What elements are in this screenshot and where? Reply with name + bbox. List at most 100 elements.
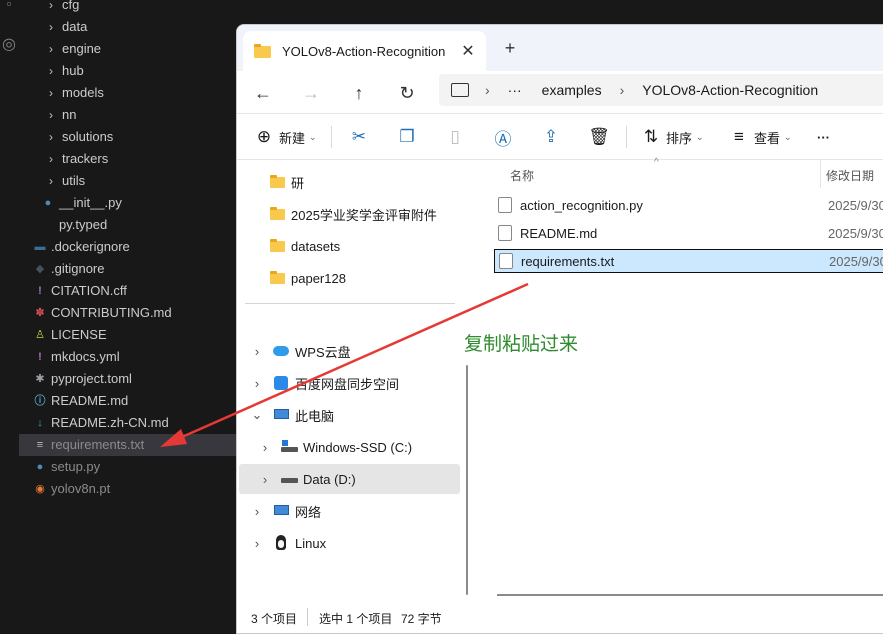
tree-item[interactable]: ● __init__.py — [19, 192, 236, 214]
name-column-header[interactable]: 名称 — [510, 167, 534, 184]
file-row[interactable]: action_recognition.py 2025/9/30 — [494, 193, 883, 217]
drive-c-icon — [281, 439, 299, 455]
tree-item[interactable]: ↓ README.zh-CN.md — [19, 412, 236, 434]
nav-tree-item[interactable]: › Linux — [239, 528, 460, 558]
file-row[interactable]: README.md 2025/9/30 — [494, 221, 883, 245]
sort-caret-icon: ^ — [654, 157, 659, 168]
chevron-right-icon[interactable]: › — [255, 472, 275, 487]
folder-icon — [269, 206, 287, 222]
horizontal-scrollbar[interactable] — [497, 594, 883, 596]
modified-column-header[interactable]: 修改日期 — [826, 167, 874, 184]
quick-access-item[interactable]: 研 — [239, 167, 460, 197]
tree-item-label: nn — [62, 107, 77, 122]
copy-button[interactable]: ❐ — [396, 124, 418, 150]
nav-scrollbar[interactable] — [466, 365, 468, 595]
tree-item[interactable]: ⓘ README.md — [19, 390, 236, 412]
tree-item[interactable]: ! CITATION.cff — [19, 280, 236, 302]
tree-item[interactable]: ! mkdocs.yml — [19, 346, 236, 368]
view-button[interactable]: ≡ 查看 ⌄ — [728, 124, 792, 150]
chevron-right-icon: › — [49, 152, 53, 166]
tree-item[interactable]: ◉ yolov8n.pt — [19, 478, 236, 500]
file-row[interactable]: requirements.txt 2025/9/30 — [494, 249, 883, 273]
chevron-right-icon[interactable]: › — [247, 536, 267, 551]
chevron-down-icon[interactable]: ⌄ — [247, 407, 267, 423]
tree-item-label: requirements.txt — [51, 437, 145, 452]
nav-tree-item[interactable]: › Windows-SSD (C:) — [239, 432, 460, 462]
tree-item[interactable]: › utils — [19, 170, 236, 192]
chevron-right-icon: › — [49, 130, 53, 144]
rename-button[interactable]: Ⓐ — [492, 124, 514, 150]
sort-button[interactable]: ⇅ 排序 ⌄ — [640, 124, 704, 150]
tree-item[interactable]: ● setup.py — [19, 456, 236, 478]
close-tab-icon[interactable]: ✕ — [456, 41, 480, 61]
new-button[interactable]: ⊕ 新建 ⌄ — [253, 124, 317, 150]
share-icon: ⇪ — [543, 127, 559, 146]
address-bar[interactable]: › ··· examples › YOLOv8-Action-Recogniti… — [439, 74, 883, 106]
tree-item[interactable]: › cfg — [19, 0, 236, 16]
tree-item[interactable]: › data — [19, 16, 236, 38]
file-icon — [498, 197, 512, 213]
tree-item-label: utils — [62, 173, 86, 188]
tree-item-label: py.typed — [59, 217, 108, 232]
chevron-right-icon[interactable]: › — [255, 440, 275, 455]
tree-item[interactable]: py.typed — [19, 214, 236, 236]
quick-access-label: paper128 — [291, 270, 346, 286]
breadcrumb-examples[interactable]: examples — [542, 82, 602, 98]
copy-icon: ❐ — [399, 127, 415, 146]
share-button[interactable]: ⇪ — [540, 124, 562, 150]
folder-icon — [269, 238, 287, 254]
item-count: 3 个项目 — [251, 612, 298, 626]
tree-item[interactable]: ◆ .gitignore — [19, 258, 236, 280]
quick-access-item[interactable]: paper128 — [239, 263, 460, 293]
tree-item[interactable]: ✱ pyproject.toml — [19, 368, 236, 390]
nav-tree-label: WPS云盘 — [295, 344, 351, 360]
column-divider[interactable] — [820, 160, 821, 188]
tree-item[interactable]: ✽ CONTRIBUTING.md — [19, 302, 236, 324]
tree-item[interactable]: › solutions — [19, 126, 236, 148]
paste-button[interactable]: ▯ — [444, 124, 466, 150]
chevron-right-icon: › — [49, 0, 53, 12]
chevron-right-icon[interactable]: › — [247, 344, 267, 359]
divider — [626, 126, 627, 148]
tree-item[interactable]: › hub — [19, 60, 236, 82]
tree-item-label: README.zh-CN.md — [51, 415, 169, 430]
tree-item[interactable]: ♙ LICENSE — [19, 324, 236, 346]
tree-item[interactable]: ≡ requirements.txt — [19, 434, 236, 456]
more-options-button[interactable]: ··· — [817, 124, 830, 150]
breadcrumb-current[interactable]: YOLOv8-Action-Recognition — [642, 82, 818, 98]
quick-access-item[interactable]: datasets — [239, 231, 460, 261]
chevron-right-icon[interactable]: › — [247, 504, 267, 519]
quick-access-item[interactable]: 2025学业奖学金评审附件 — [239, 199, 460, 229]
tree-item-label: LICENSE — [51, 327, 107, 342]
chevron-right-icon: › — [49, 86, 53, 100]
chevron-right-icon[interactable]: › — [247, 376, 267, 391]
nav-tree-item[interactable]: › Data (D:) — [239, 464, 460, 494]
back-icon[interactable]: ← — [249, 79, 277, 107]
tree-item[interactable]: › trackers — [19, 148, 236, 170]
tree-item-label: CONTRIBUTING.md — [51, 305, 172, 320]
divider — [331, 126, 332, 148]
tree-item[interactable]: ▬ .dockerignore — [19, 236, 236, 258]
sort-label: 排序 — [666, 130, 693, 146]
explorer-tab[interactable]: YOLOv8-Action-Recognition ✕ — [243, 31, 486, 71]
tree-item[interactable]: › engine — [19, 38, 236, 60]
breadcrumb-ellipsis[interactable]: ··· — [508, 82, 522, 98]
nav-tree-item[interactable]: ⌄ 此电脑 — [239, 400, 460, 430]
tab-title: YOLOv8-Action-Recognition — [282, 43, 446, 59]
title-bar: YOLOv8-Action-Recognition ✕ + — [237, 25, 883, 71]
tree-item[interactable]: › nn — [19, 104, 236, 126]
refresh-icon[interactable]: ↻ — [393, 79, 421, 107]
remote-icon[interactable]: ◎ — [2, 37, 16, 53]
nav-tree-item[interactable]: › WPS云盘 — [239, 336, 460, 366]
delete-button[interactable]: 🗑 — [588, 124, 610, 150]
new-tab-button[interactable]: + — [498, 37, 522, 61]
up-icon[interactable]: ↑ — [345, 79, 373, 107]
forward-icon[interactable]: → — [297, 79, 325, 107]
nav-tree-item[interactable]: › 百度网盘同步空间 — [239, 368, 460, 398]
tree-item[interactable]: › models — [19, 82, 236, 104]
file-icon — [41, 218, 55, 232]
cut-button[interactable]: ✂ — [348, 124, 370, 150]
extensions-icon[interactable]: ▫ — [2, 0, 16, 11]
tree-item-label: trackers — [62, 151, 109, 166]
nav-tree-item[interactable]: › 网络 — [239, 496, 460, 526]
